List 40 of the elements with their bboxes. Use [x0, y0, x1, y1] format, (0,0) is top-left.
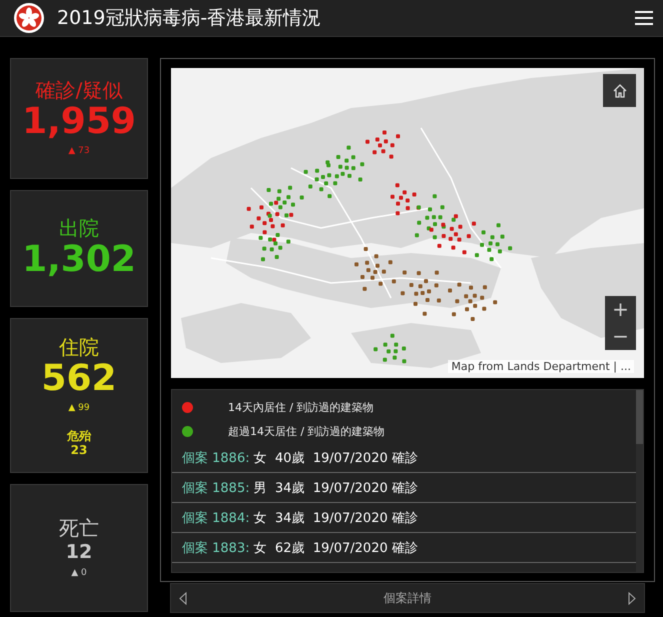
case-row[interactable]: 個案 1883: 女 62歲 19/07/2020 確診 — [172, 533, 636, 563]
emblem-icon — [13, 2, 45, 34]
stat-label: 確診/疑似 — [36, 78, 122, 102]
previous-arrow-icon[interactable] — [179, 592, 187, 604]
zoom-in-button[interactable]: + — [605, 296, 636, 323]
stat-value: 562 — [41, 358, 117, 399]
scrollbar-thumb[interactable] — [636, 390, 643, 444]
legend-label: 超過14天居住 / 到訪過的建築物 — [228, 424, 385, 438]
scrollbar[interactable] — [636, 390, 643, 572]
stat-sub-value: 23 — [70, 442, 88, 457]
menu-icon[interactable] — [635, 10, 653, 26]
case-row[interactable]: 個案 1884: 女 34歲 19/07/2020 確診 — [172, 503, 636, 533]
home-icon — [612, 82, 628, 98]
case-row[interactable]: 個案 1885: 男 34歲 19/07/2020 確診 — [172, 473, 636, 503]
stat-value: 1,302 — [22, 240, 136, 280]
case-detail: 女 40歲 19/07/2020 確診 — [252, 450, 418, 466]
case-label: 個案 1884: — [182, 510, 250, 526]
case-detail: 女 62歲 19/07/2020 確診 — [252, 540, 418, 556]
case-row[interactable]: 個案 1886: 女 40歲 19/07/2020 確診 — [172, 443, 636, 473]
case-label: 個案 1886: — [182, 450, 250, 466]
map-attribution: Map from Lands Department | ... — [448, 360, 634, 373]
footer-title: 個案詳情 — [384, 590, 432, 606]
stat-label: 出院 — [59, 216, 99, 240]
legend-label: 14天內居住 / 到訪過的建築物 — [228, 400, 374, 414]
app-title: 2019冠狀病毒病-香港最新情況 — [57, 6, 322, 31]
next-arrow-icon[interactable] — [628, 592, 636, 604]
stat-value: 1,959 — [22, 102, 136, 142]
stat-sub-label: 危殆 — [67, 428, 91, 443]
stat-change: ▲ 99 — [68, 402, 90, 415]
stat-change: ▲ 0 — [71, 567, 87, 580]
case-detail: 男 34歲 19/07/2020 確診 — [252, 480, 418, 496]
case-label: 個案 1883: — [182, 540, 250, 556]
case-detail: 女 34歲 19/07/2020 確診 — [252, 510, 418, 526]
case-label: 個案 1885: — [182, 480, 250, 496]
stat-label: 住院 — [59, 334, 99, 359]
zoom-out-button[interactable]: − — [605, 323, 636, 350]
stat-label: 死亡 — [59, 516, 99, 540]
stat-change: ▲ 73 — [68, 145, 90, 158]
home-button[interactable] — [603, 74, 636, 107]
stat-value: 12 — [66, 540, 92, 564]
